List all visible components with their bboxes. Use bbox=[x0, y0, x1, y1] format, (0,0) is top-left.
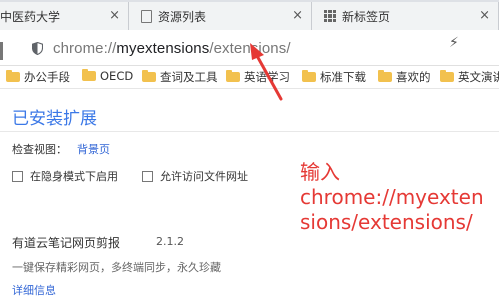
annotation-arrow bbox=[250, 43, 283, 101]
